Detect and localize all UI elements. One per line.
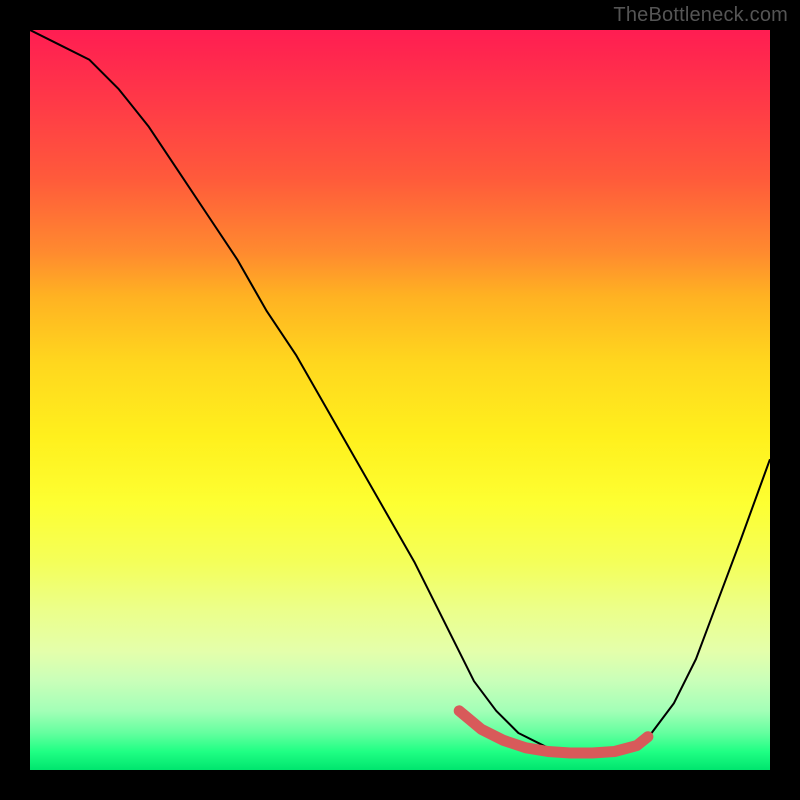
plot-area [30, 30, 770, 770]
chart-frame: TheBottleneck.com [0, 0, 800, 800]
bottleneck-curve [30, 30, 770, 755]
flat-segment [459, 711, 648, 753]
start-marker [454, 706, 464, 716]
watermark-text: TheBottleneck.com [613, 4, 788, 27]
chart-overlay-svg [30, 30, 770, 770]
